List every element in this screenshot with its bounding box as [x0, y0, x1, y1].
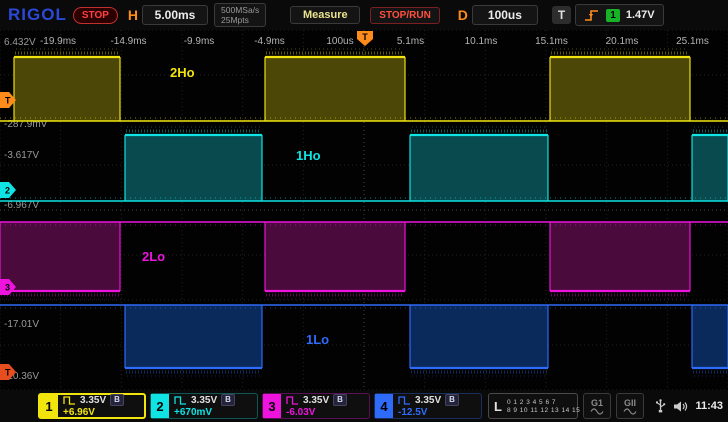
ch2-1Ho-label: 1Ho	[296, 148, 321, 163]
channel-2-info: 3.35V B+670mV	[169, 394, 257, 418]
timebase-value[interactable]: 5.00ms	[142, 5, 208, 25]
logic-analyzer-box[interactable]: L 0 1 2 3 4 5 6 7 8 9 10 11 12 13 14 15	[488, 393, 578, 419]
ch2-1Ho-burst	[692, 135, 728, 201]
trigger-edge-icon	[584, 8, 600, 22]
bandwidth-limit-badge: B	[445, 394, 459, 406]
usb-icon	[655, 399, 666, 413]
sample-rate-box: 500MSa/s 25Mpts	[214, 3, 266, 27]
time-label: -4.9ms	[254, 36, 285, 47]
ch4-1Lo-burst	[410, 305, 548, 368]
logic-analyzer-label: L	[489, 399, 507, 414]
sine-icon	[623, 408, 637, 415]
channel-1-status-box[interactable]: 1 3.35V B+6.96V	[38, 393, 146, 419]
waveform-display: -19.9ms -14.9ms -9.9ms -4.9ms 100us 5.1ms 10.1…	[0, 30, 728, 390]
memory-depth: 25Mpts	[221, 15, 259, 25]
digital-channels-row1: 0 1 2 3 4 5 6 7	[507, 399, 580, 406]
voltage-label: -17.01V	[4, 319, 39, 330]
channel-1-info: 3.35V B+6.96V	[58, 395, 144, 417]
time-label: -9.9ms	[184, 36, 215, 47]
channel-3-badge: 3	[263, 394, 281, 418]
top-status-bar: RIGOL STOP H 5.00ms 500MSa/s 25Mpts Meas…	[0, 0, 728, 31]
channel-3-scale: 3.35V	[303, 395, 329, 406]
sample-rate: 500MSa/s	[221, 5, 259, 15]
trigger-position-label: T	[362, 32, 368, 42]
trigger-source-badge: 1	[606, 9, 620, 22]
channel-3-offset: -6.03V	[286, 407, 364, 418]
bandwidth-limit-badge: B	[333, 394, 347, 406]
channel-2-scale: 3.35V	[191, 395, 217, 406]
channel-2-status-box[interactable]: 2 3.35V B+670mV	[150, 393, 258, 419]
status-icons: 11:43	[655, 399, 723, 413]
channel-status-container: 13.35VB+6.96V23.35VB+670mV33.35VB-6.03V4…	[34, 393, 482, 419]
ch2-1Ho-burst	[125, 135, 262, 201]
channel-3-info: 3.35V B-6.03V	[281, 394, 369, 418]
ch1-2Ho-burst	[265, 57, 405, 121]
channel-2-badge: 2	[151, 394, 169, 418]
trigger-level-value: 1.47V	[626, 9, 655, 21]
channel-4-info: 3.35V B-12.5V	[393, 394, 481, 418]
channel-4-scale: 3.35V	[415, 395, 441, 406]
ch4-1Lo-burst	[692, 305, 728, 368]
bandwidth-limit-badge: B	[110, 394, 124, 406]
ch3-2Lo-burst	[550, 222, 690, 291]
ch4-1Lo-burst	[125, 305, 262, 368]
channel-2-offset: +670mV	[174, 407, 252, 418]
clock: 11:43	[695, 400, 723, 412]
generator-2-label: GII	[624, 398, 636, 408]
coupling-icon	[174, 396, 187, 405]
coupling-icon	[286, 396, 299, 405]
time-label: 20.1ms	[606, 36, 639, 47]
rigol-logo: RIGOL	[8, 5, 67, 25]
acquisition-status-badge: STOP	[73, 7, 118, 24]
time-label: 15.1ms	[535, 36, 568, 47]
channel-1-offset: +6.96V	[63, 407, 139, 418]
ch1-2Ho-burst	[550, 57, 690, 121]
delay-label: D	[458, 7, 468, 23]
ch3-2Lo-burst	[265, 222, 405, 291]
ch2-1Ho-burst	[410, 135, 548, 201]
left-marker-label: T	[5, 368, 11, 378]
trigger-status-box[interactable]: 1 1.47V	[575, 4, 663, 26]
digital-channel-list: 0 1 2 3 4 5 6 7 8 9 10 11 12 13 14 15	[507, 399, 580, 414]
left-marker-label: 3	[5, 283, 10, 293]
ch1-2Ho-label: 2Ho	[170, 65, 195, 80]
channel-3-status-box[interactable]: 3 3.35V B-6.03V	[262, 393, 370, 419]
left-marker-label: 2	[5, 186, 10, 196]
generator-1-button[interactable]: G1	[583, 393, 611, 419]
sine-icon	[590, 408, 604, 415]
time-label: 10.1ms	[465, 36, 498, 47]
waveform-screen: -19.9ms -14.9ms -9.9ms -4.9ms 100us 5.1ms 10.1…	[0, 30, 728, 390]
horizontal-label: H	[128, 7, 138, 23]
time-label: 5.1ms	[397, 36, 424, 47]
measure-button[interactable]: Measure	[290, 6, 360, 24]
ch4-1Lo-label: 1Lo	[306, 332, 329, 347]
left-marker-label: T	[5, 96, 11, 106]
channel-4-badge: 4	[375, 394, 393, 418]
oscilloscope-ui: RIGOL STOP H 5.00ms 500MSa/s 25Mpts Meas…	[0, 0, 728, 422]
delay-value[interactable]: 100us	[472, 5, 538, 25]
channel-1-badge: 1	[40, 395, 58, 417]
ch3-2Lo-burst	[0, 222, 120, 291]
coupling-icon	[63, 396, 76, 405]
ch3-2Lo-label: 2Lo	[142, 249, 165, 264]
speaker-icon[interactable]	[673, 400, 688, 413]
channel-4-offset: -12.5V	[398, 407, 476, 418]
trigger-section-label: T	[552, 6, 571, 24]
time-label: 25.1ms	[676, 36, 709, 47]
digital-channels-row2: 8 9 10 11 12 13 14 15	[507, 407, 580, 414]
time-label: 100us	[326, 36, 353, 47]
generator-2-button[interactable]: GII	[616, 393, 644, 419]
coupling-icon	[398, 396, 411, 405]
generator-1-label: G1	[591, 398, 603, 408]
time-label: -19.9ms	[40, 36, 76, 47]
ch1-2Ho-burst	[14, 57, 120, 121]
voltage-label: -3.617V	[4, 150, 39, 161]
bottom-status-bar: 13.35VB+6.96V23.35VB+670mV33.35VB-6.03V4…	[0, 390, 728, 422]
channel-1-scale: 3.35V	[80, 395, 106, 406]
voltage-label: 6.432V	[4, 37, 36, 48]
bandwidth-limit-badge: B	[221, 394, 235, 406]
channel-4-status-box[interactable]: 4 3.35V B-12.5V	[374, 393, 482, 419]
time-label: -14.9ms	[110, 36, 146, 47]
stop-run-button[interactable]: STOP/RUN	[370, 7, 440, 24]
